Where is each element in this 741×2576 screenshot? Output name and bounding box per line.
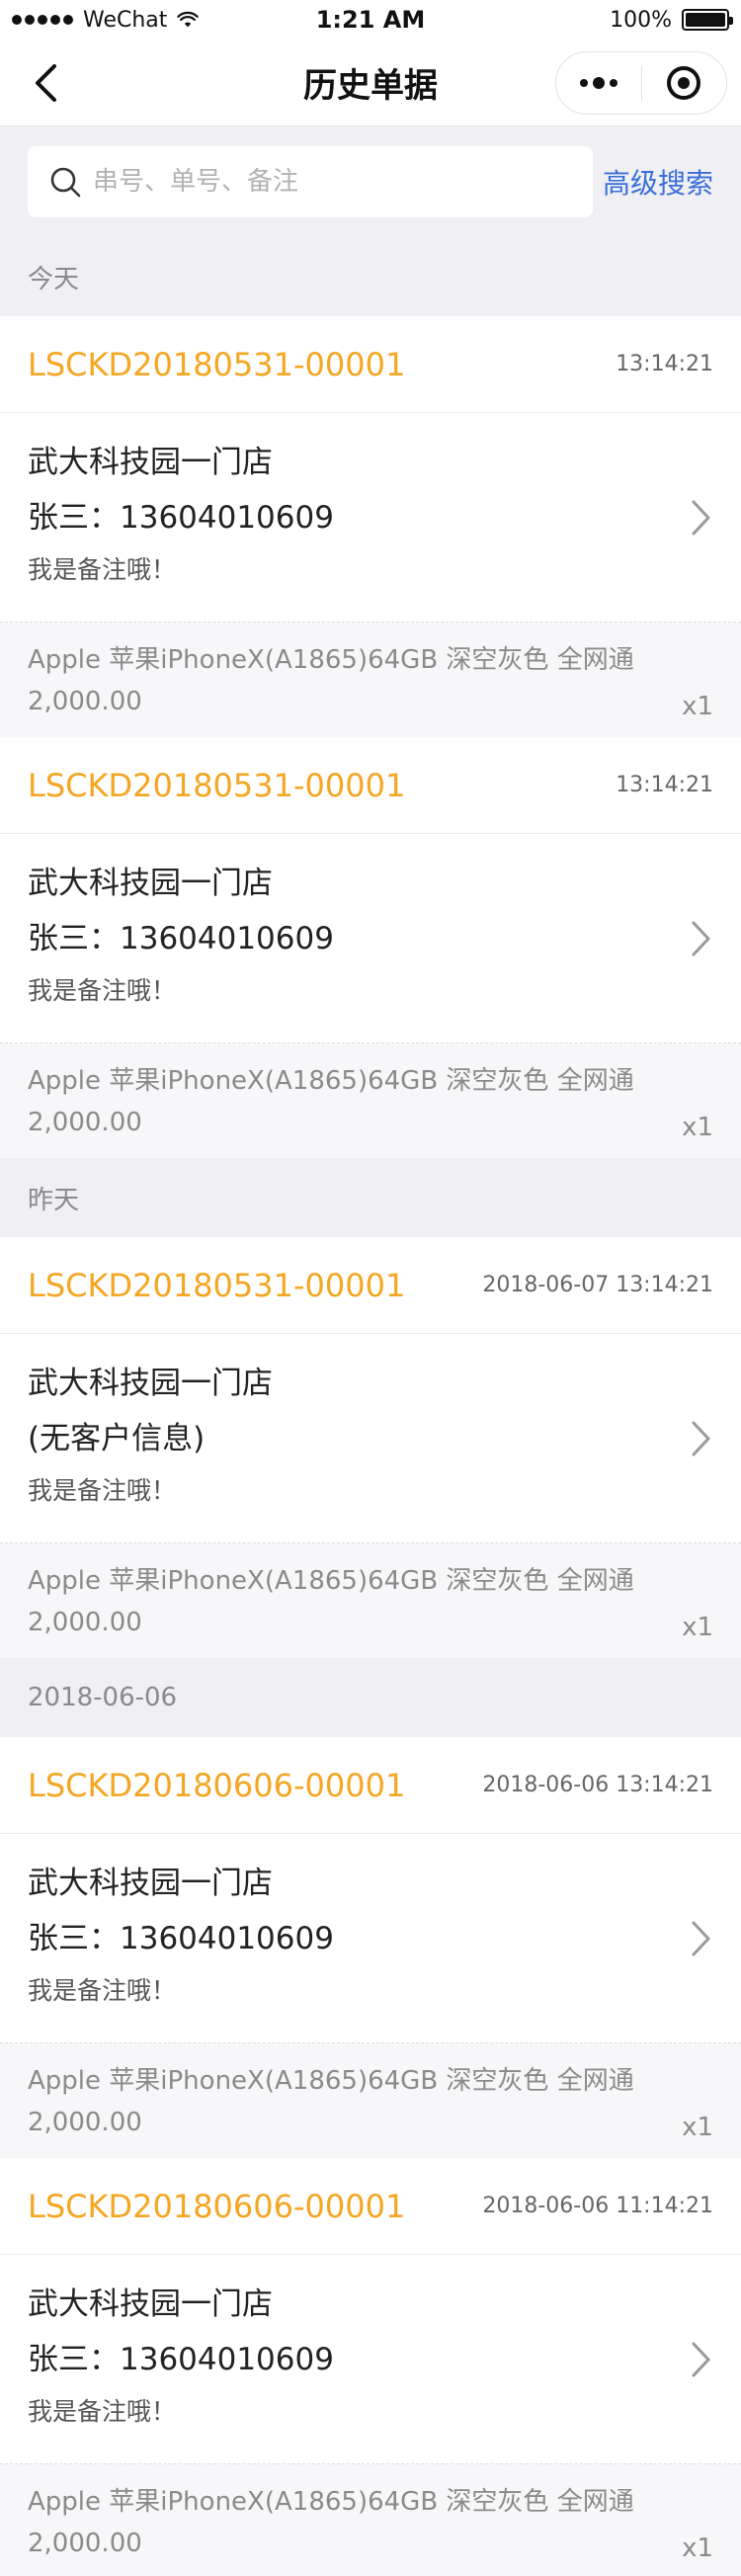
more-button[interactable] [556, 52, 641, 114]
store-name: 武大科技园一门店 [28, 1366, 273, 1401]
order-number: LSCKD20180606-00001 [28, 2187, 406, 2225]
close-button[interactable] [642, 52, 727, 114]
order-note: 我是备注哦！ [28, 976, 177, 1005]
chevron-right-icon [692, 2342, 710, 2377]
section-header-yesterday: 昨天 [0, 1158, 741, 1237]
goods-name: Apple 苹果iPhoneX(A1865)64GB 深空灰色 全网通 [28, 2487, 634, 2517]
order-card[interactable]: LSCKD20180531-00001 13:14:21 武大科技园一门店 张三… [0, 737, 741, 1158]
nav-bar: 历史单据 [0, 40, 741, 126]
store-name: 武大科技园一门店 [28, 445, 273, 480]
more-dots-icon [579, 76, 618, 89]
goods-row: Apple 苹果iPhoneX(A1865)64GB 深空灰色 全网通 2,00… [0, 1043, 741, 1158]
chevron-right-icon [692, 500, 710, 536]
order-time: 2018-06-07 13:14:21 [482, 1273, 713, 1297]
order-time: 13:14:21 [616, 352, 713, 376]
goods-quantity: x1 [682, 2534, 713, 2563]
goods-name: Apple 苹果iPhoneX(A1865)64GB 深空灰色 全网通 [28, 2066, 634, 2096]
order-card[interactable]: LSCKD20180531-00001 13:14:21 武大科技园一门店 张三… [0, 316, 741, 737]
section-header-today: 今天 [0, 237, 741, 316]
advanced-search-link[interactable]: 高级搜索 [603, 162, 713, 202]
status-bar: WeChat 1:21 AM 100% [0, 0, 741, 40]
goods-name: Apple 苹果iPhoneX(A1865)64GB 深空灰色 全网通 [28, 1566, 634, 1596]
order-card[interactable]: LSCKD20180606-00001 2018-06-06 11:14:21 … [0, 2158, 741, 2576]
order-number: LSCKD20180531-00001 [28, 1266, 406, 1304]
store-name: 武大科技园一门店 [28, 2286, 273, 2322]
customer-info: 张三：13604010609 [28, 2342, 334, 2377]
customer-info: 张三：13604010609 [28, 1921, 334, 1956]
battery-icon [682, 9, 733, 31]
customer-info: 张三：13604010609 [28, 500, 334, 536]
goods-price: 2,000.00 [28, 2108, 142, 2137]
order-header: LSCKD20180531-00001 13:14:21 [0, 316, 741, 413]
goods-name: Apple 苹果iPhoneX(A1865)64GB 深空灰色 全网通 [28, 1066, 634, 1096]
order-header: LSCKD20180531-00001 13:14:21 [0, 737, 741, 834]
order-note: 我是备注哦！ [28, 555, 177, 584]
status-time: 1:21 AM [315, 6, 426, 34]
goods-quantity: x1 [682, 1113, 713, 1142]
search-icon [50, 167, 81, 198]
order-card[interactable]: LSCKD20180531-00001 2018-06-07 13:14:21 … [0, 1237, 741, 1658]
goods-name: Apple 苹果iPhoneX(A1865)64GB 深空灰色 全网通 [28, 645, 634, 675]
order-header: LSCKD20180606-00001 2018-06-06 13:14:21 [0, 1737, 741, 1834]
customer-info: (无客户信息) [28, 1421, 206, 1456]
store-name: 武大科技园一门店 [28, 866, 273, 901]
order-number: LSCKD20180531-00001 [28, 766, 406, 804]
search-input[interactable] [93, 167, 567, 197]
goods-quantity: x1 [682, 692, 713, 721]
order-body[interactable]: 武大科技园一门店 (无客户信息) 我是备注哦！ [0, 1334, 741, 1543]
goods-quantity: x1 [682, 2113, 713, 2142]
order-note: 我是备注哦！ [28, 1976, 177, 2005]
order-time: 2018-06-06 13:14:21 [482, 1773, 713, 1797]
order-body[interactable]: 武大科技园一门店 张三：13604010609 我是备注哦！ [0, 413, 741, 623]
order-header: LSCKD20180531-00001 2018-06-07 13:14:21 [0, 1237, 741, 1334]
chevron-right-icon [692, 921, 710, 956]
customer-info: 张三：13604010609 [28, 921, 334, 956]
store-name: 武大科技园一门店 [28, 1866, 273, 1901]
goods-row: Apple 苹果iPhoneX(A1865)64GB 深空灰色 全网通 2,00… [0, 2464, 741, 2576]
order-body[interactable]: 武大科技园一门店 张三：13604010609 我是备注哦！ [0, 2255, 741, 2464]
search-bar: 高级搜索 [0, 126, 741, 237]
goods-price: 2,000.00 [28, 687, 142, 716]
order-time: 13:14:21 [616, 773, 713, 797]
order-body[interactable]: 武大科技园一门店 张三：13604010609 我是备注哦！ [0, 1834, 741, 2043]
mini-program-capsule [555, 50, 727, 115]
goods-price: 2,000.00 [28, 2529, 142, 2558]
goods-price: 2,000.00 [28, 1608, 142, 1637]
order-note: 我是备注哦！ [28, 2397, 177, 2426]
target-icon [667, 65, 701, 100]
goods-row: Apple 苹果iPhoneX(A1865)64GB 深空灰色 全网通 2,00… [0, 623, 741, 737]
order-time: 2018-06-06 11:14:21 [482, 2194, 713, 2218]
order-card[interactable]: LSCKD20180606-00001 2018-06-06 13:14:21 … [0, 1737, 741, 2158]
search-box[interactable] [28, 146, 593, 217]
chevron-right-icon [692, 1921, 710, 1956]
back-button[interactable] [16, 53, 75, 113]
section-header-date: 2018-06-06 [0, 1658, 741, 1737]
chevron-left-icon [36, 63, 56, 102]
order-note: 我是备注哦！ [28, 1476, 177, 1505]
order-body[interactable]: 武大科技园一门店 张三：13604010609 我是备注哦！ [0, 834, 741, 1043]
goods-row: Apple 苹果iPhoneX(A1865)64GB 深空灰色 全网通 2,00… [0, 2043, 741, 2158]
goods-row: Apple 苹果iPhoneX(A1865)64GB 深空灰色 全网通 2,00… [0, 1543, 741, 1658]
goods-quantity: x1 [682, 1613, 713, 1642]
goods-price: 2,000.00 [28, 1108, 142, 1137]
order-number: LSCKD20180606-00001 [28, 1766, 406, 1804]
order-number: LSCKD20180531-00001 [28, 345, 406, 383]
chevron-right-icon [692, 1421, 710, 1456]
order-header: LSCKD20180606-00001 2018-06-06 11:14:21 [0, 2158, 741, 2255]
